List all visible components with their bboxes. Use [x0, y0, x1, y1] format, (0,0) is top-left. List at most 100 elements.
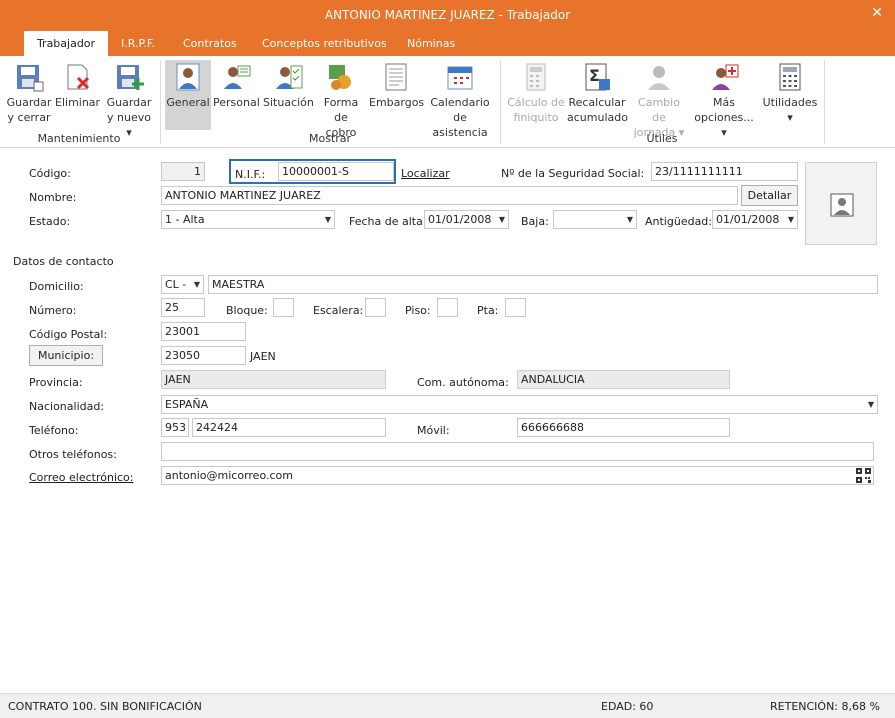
- calculo-finiquito-button[interactable]: Cálculo de finiquito: [507, 60, 565, 125]
- worker-personal-icon: [221, 62, 251, 92]
- group-mantenimiento: Mantenimiento: [37, 132, 121, 145]
- general-button[interactable]: General: [165, 60, 211, 130]
- numero-field[interactable]: 25: [161, 298, 205, 317]
- mas-opciones-button[interactable]: Más opciones... ▾: [690, 60, 758, 140]
- provincia-field: JAEN: [161, 370, 386, 389]
- tab-conceptos-retributivos[interactable]: Conceptos retributivos: [256, 31, 393, 56]
- fecha-alta-label: Fecha de alta:: [349, 215, 427, 228]
- worker-more-icon: [709, 62, 739, 92]
- calendario-asistencia-button[interactable]: Calendario de asistencia: [427, 60, 493, 140]
- personal-button[interactable]: Personal: [213, 60, 260, 110]
- sum-calculator-icon: Σ: [582, 62, 612, 92]
- localizar-link[interactable]: Localizar: [401, 167, 450, 180]
- movil-field[interactable]: 666666688: [517, 418, 730, 437]
- worker-schedule-icon: [644, 62, 674, 92]
- dropdown-arrow-icon: ▼: [324, 215, 331, 224]
- calendar-icon: [445, 62, 475, 92]
- nif-field[interactable]: 10000001-S: [278, 162, 394, 181]
- pta-label: Pta:: [477, 304, 499, 317]
- movil-label: Móvil:: [417, 424, 450, 437]
- estado-label: Estado:: [29, 215, 71, 228]
- telefono-label: Teléfono:: [29, 424, 79, 437]
- provincia-label: Provincia:: [29, 376, 83, 389]
- status-bar: CONTRATO 100. SIN BONIFICACIÓN EDAD: 60 …: [0, 693, 895, 718]
- qr-code-icon[interactable]: [856, 468, 871, 484]
- bloque-field[interactable]: [273, 298, 294, 317]
- nss-label: Nº de la Seguridad Social:: [501, 167, 645, 180]
- tab-irpf[interactable]: I.R.P.F.: [115, 31, 161, 56]
- close-icon[interactable]: ✕: [871, 5, 883, 21]
- cambio-jornada-button[interactable]: Cambio de jornada ▾: [630, 60, 688, 140]
- estado-select[interactable]: 1 - Alta ▼: [161, 210, 335, 229]
- piso-field[interactable]: [437, 298, 458, 317]
- nacionalidad-label: Nacionalidad:: [29, 400, 105, 413]
- status-contrato: CONTRATO 100. SIN BONIFICACIÓN: [8, 700, 202, 713]
- correo-link[interactable]: Correo electrónico:: [29, 471, 134, 484]
- guardar-cerrar-button[interactable]: Guardar y cerrar: [6, 60, 52, 125]
- status-retencion: RETENCIÓN: 8,68 %: [770, 700, 880, 713]
- codigo-postal-field[interactable]: 23001: [161, 322, 246, 341]
- dropdown-arrow-icon: ▼: [626, 215, 633, 224]
- correo-field[interactable]: antonio@micorreo.com: [161, 466, 874, 485]
- antiguedad-field[interactable]: 01/01/2008 ▼: [712, 210, 798, 229]
- municipio-button[interactable]: Municipio:: [29, 345, 103, 366]
- eliminar-button[interactable]: Eliminar: [55, 60, 100, 110]
- fecha-alta-field[interactable]: 01/01/2008 ▼: [424, 210, 509, 229]
- embargos-button[interactable]: Embargos: [369, 60, 424, 110]
- detallar-button[interactable]: Detallar: [741, 185, 798, 206]
- ribbon: Guardar y cerrar Eliminar Guardar y nuev…: [0, 56, 895, 148]
- utilidades-button[interactable]: Utilidades ▾: [762, 60, 818, 125]
- dropdown-arrow-icon: ▼: [867, 400, 874, 409]
- worker-general-icon: [173, 62, 203, 92]
- codigo-label: Código:: [29, 167, 71, 180]
- group-mostrar: Mostrar: [308, 132, 352, 145]
- telefono-field[interactable]: 242424: [192, 418, 386, 437]
- tab-trabajador[interactable]: Trabajador: [24, 31, 108, 56]
- domicilio-label: Domicilio:: [29, 280, 84, 293]
- chevron-down-icon: ▾: [787, 111, 793, 124]
- calculator-icon: [775, 62, 805, 92]
- finiquito-icon: [521, 62, 551, 92]
- nif-label: N.I.F.:: [235, 168, 266, 181]
- domicilio-field[interactable]: MAESTRA: [208, 275, 878, 294]
- status-edad: EDAD: 60: [601, 700, 654, 713]
- ccaa-field: ANDALUCIA: [517, 370, 730, 389]
- embargo-document-icon: [381, 62, 411, 92]
- situacion-button[interactable]: Situación: [263, 60, 314, 110]
- bloque-label: Bloque:: [226, 304, 268, 317]
- tab-contratos[interactable]: Contratos: [177, 31, 243, 56]
- municipio-code-field[interactable]: 23050: [161, 346, 246, 365]
- forma-cobro-button[interactable]: Forma de cobro: [320, 60, 362, 140]
- escalera-field[interactable]: [365, 298, 386, 317]
- nif-group: N.I.F.: 10000001-S: [229, 159, 396, 184]
- contacto-heading: Datos de contacto: [13, 255, 114, 268]
- payment-icon: [326, 62, 356, 92]
- telefono-prefijo-field[interactable]: 953: [161, 418, 189, 437]
- dropdown-arrow-icon: ▼: [193, 280, 200, 289]
- baja-label: Baja:: [521, 215, 549, 228]
- window-title: ANTONIO MARTINEZ JUAREZ - Trabajador: [324, 8, 571, 22]
- tab-nominas[interactable]: Nóminas: [401, 31, 461, 56]
- user-photo-icon: [830, 193, 854, 217]
- title-bar: ANTONIO MARTINEZ JUAREZ - Trabajador ✕ T…: [0, 0, 895, 56]
- baja-field[interactable]: ▼: [553, 210, 637, 229]
- guardar-nuevo-button[interactable]: Guardar y nuevo ▾: [104, 60, 154, 140]
- nacionalidad-select[interactable]: ESPAÑA ▼: [161, 395, 878, 414]
- nss-field[interactable]: 23/1111111111: [651, 162, 798, 181]
- recalcular-acumulado-button[interactable]: Σ Recalcular acumulado: [567, 60, 628, 125]
- svg-text:Σ: Σ: [589, 66, 600, 85]
- group-utiles: Útiles: [646, 132, 678, 145]
- photo-frame[interactable]: [805, 162, 877, 245]
- antiguedad-label: Antigüedad:: [645, 215, 712, 228]
- nombre-label: Nombre:: [29, 191, 77, 204]
- municipio-name: JAEN: [250, 350, 276, 363]
- via-select[interactable]: CL - ▼: [161, 275, 204, 294]
- dropdown-arrow-icon: ▼: [787, 215, 794, 224]
- piso-label: Piso:: [405, 304, 431, 317]
- delete-icon: [62, 62, 92, 92]
- codigo-field[interactable]: 1: [161, 162, 205, 181]
- pta-field[interactable]: [505, 298, 526, 317]
- nombre-field[interactable]: ANTONIO MARTINEZ JUAREZ: [161, 186, 738, 205]
- otros-telefonos-field[interactable]: [161, 442, 874, 461]
- otros-telefonos-label: Otros teléfonos:: [29, 448, 117, 461]
